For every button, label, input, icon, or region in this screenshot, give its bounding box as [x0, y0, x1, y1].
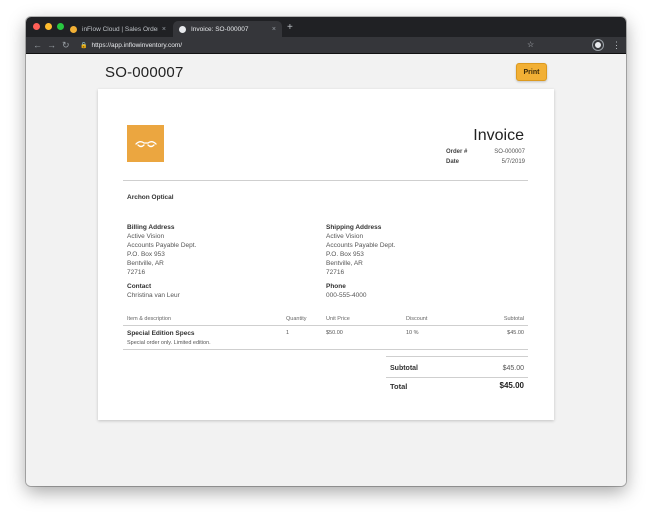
arrow-left-icon[interactable]: ←	[33, 39, 42, 51]
tab-label: Invoice: SO-000007	[191, 25, 249, 33]
col-header-quantity: Quantity	[286, 316, 307, 322]
order-number-label: Order #	[446, 149, 468, 155]
item-discount: 10 %	[406, 330, 419, 336]
order-number-value: SO-000007	[494, 149, 525, 155]
profile-avatar[interactable]	[593, 40, 603, 50]
close-tab-icon[interactable]: ×	[162, 26, 166, 33]
table-header-divider	[123, 325, 528, 326]
col-header-discount: Discount	[406, 316, 428, 322]
shipping-address-heading: Shipping Address	[326, 224, 382, 231]
print-button[interactable]: Print	[516, 63, 547, 81]
minimize-window-button[interactable]	[45, 23, 52, 30]
col-header-unit-price: Unit Price	[326, 316, 350, 322]
col-header-item: Item & description	[127, 316, 172, 322]
inflow-favicon-icon	[70, 25, 77, 33]
company-logo	[127, 125, 164, 162]
tab-invoice[interactable]: Invoice: SO-000007 ×	[173, 21, 282, 37]
billing-line: Accounts Payable Dept.	[127, 242, 197, 249]
tab-bar: inFlow Cloud | Sales Orders × Invoice: S…	[26, 17, 626, 37]
total-label: Total	[390, 382, 408, 391]
close-tab-icon[interactable]: ×	[272, 26, 276, 33]
contact-block: Contact Christina van Leur	[127, 282, 180, 300]
billing-address: Billing Address Active Vision Accounts P…	[127, 223, 196, 277]
reload-icon[interactable]: ↻	[62, 39, 70, 51]
page-content: SO-000007 Print Invoice Order # SO-000007…	[26, 54, 626, 486]
browser-window: inFlow Cloud | Sales Orders × Invoice: S…	[26, 17, 626, 486]
star-icon[interactable]: ☆	[527, 39, 534, 51]
date-label: Date	[446, 159, 460, 165]
date-value: 5/7/2019	[501, 159, 525, 165]
subtotal-label: Subtotal	[390, 365, 418, 372]
tab-sales-orders[interactable]: inFlow Cloud | Sales Orders ×	[64, 21, 172, 37]
url-text: https://app.inflowinventory.com/	[91, 41, 183, 49]
maximize-window-button[interactable]	[57, 23, 64, 30]
item-unit-price: $50.00	[326, 330, 343, 336]
invoice-heading: Invoice	[473, 127, 524, 144]
shipping-line: Accounts Payable Dept.	[326, 242, 396, 249]
totals-divider	[386, 356, 528, 357]
invoice-card: Invoice Order # SO-000007 Date 5/7/2019 Ar…	[98, 89, 554, 420]
billing-line: Active Vision	[127, 233, 165, 240]
billing-line: P.O. Box 953	[127, 251, 165, 258]
total-divider	[386, 377, 528, 378]
arrow-right-icon[interactable]: →	[47, 39, 56, 51]
company-name: Archon Optical	[127, 194, 174, 201]
lock-icon: 🔒	[80, 42, 88, 49]
address-bar[interactable]: 🔒 https://app.inflowinventory.com/	[80, 39, 540, 51]
col-header-subtotal: Subtotal	[503, 316, 524, 322]
phone-value: 000-555-4000	[326, 292, 367, 299]
close-window-button[interactable]	[33, 23, 40, 30]
shipping-line: P.O. Box 953	[326, 251, 364, 258]
billing-line: 72716	[127, 269, 146, 276]
page-title: SO-000007	[105, 64, 184, 81]
subtotal-value: $45.00	[502, 365, 524, 372]
shipping-address: Shipping Address Active Vision Accounts …	[326, 223, 395, 277]
new-tab-button[interactable]: +	[287, 22, 293, 34]
shipping-line: 72716	[326, 269, 345, 276]
item-name: Special Edition Specs	[127, 330, 195, 337]
browser-toolbar: ← → ↻ 🔒 https://app.inflowinventory.com/…	[26, 37, 626, 54]
tab-label: inFlow Cloud | Sales Orders	[82, 25, 158, 33]
glasses-icon	[134, 140, 157, 147]
item-quantity: 1	[286, 330, 290, 336]
kebab-menu-icon[interactable]: ⋮	[612, 39, 621, 51]
item-description: Special order only. Limited edition.	[127, 340, 211, 346]
invoice-meta: Order # SO-000007 Date 5/7/2019	[446, 149, 525, 169]
table-row-divider	[123, 349, 528, 350]
billing-address-heading: Billing Address	[127, 224, 175, 231]
globe-favicon-icon	[179, 25, 186, 33]
billing-line: Bentville, AR	[127, 260, 164, 267]
header-divider	[123, 180, 528, 181]
total-value: $45.00	[499, 381, 524, 390]
shipping-line: Bentville, AR	[326, 260, 363, 267]
phone-block: Phone 000-555-4000	[326, 282, 366, 300]
item-subtotal: $45.00	[507, 330, 524, 336]
shipping-line: Active Vision	[326, 233, 364, 240]
window-controls	[33, 23, 64, 30]
contact-value: Christina van Leur	[127, 292, 180, 299]
contact-heading: Contact	[127, 283, 152, 290]
phone-heading: Phone	[326, 283, 346, 290]
